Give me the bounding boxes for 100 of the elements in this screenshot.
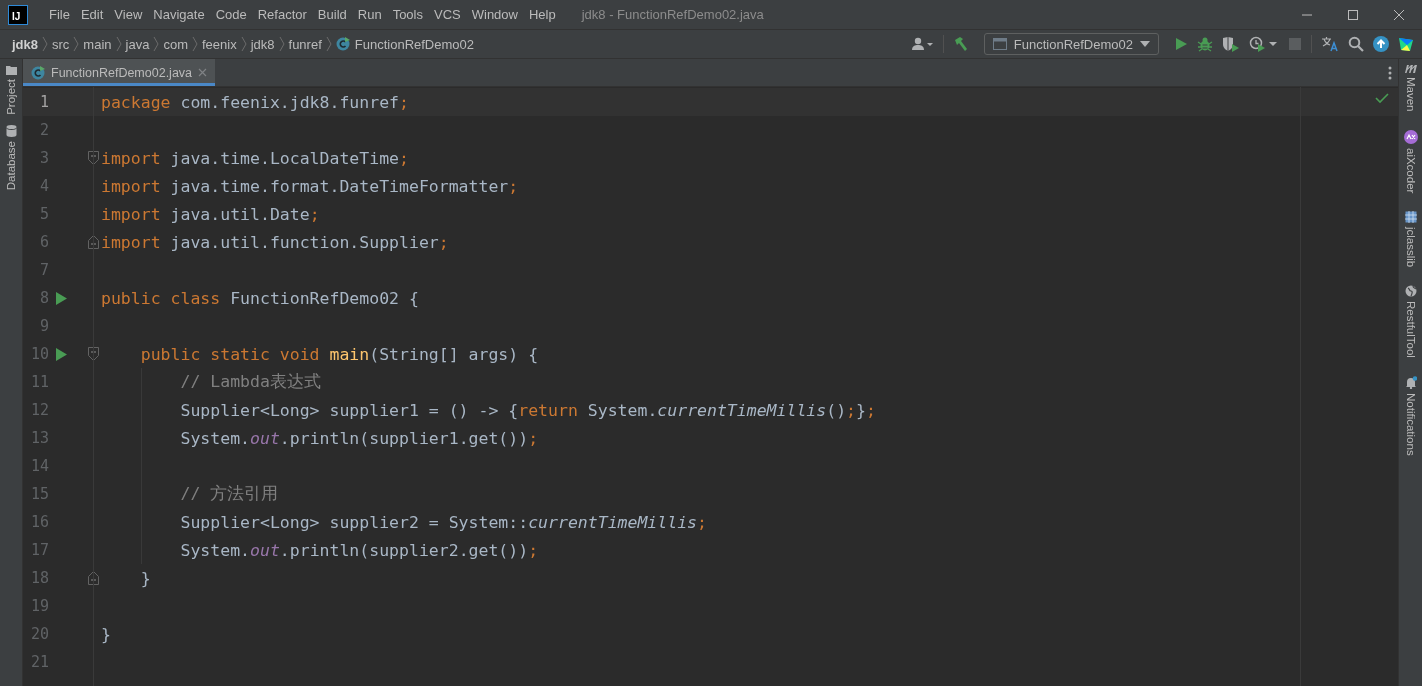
caret-icon (1140, 41, 1150, 47)
code-line: // Lambda表达式 (179, 371, 321, 393)
tool-window-button[interactable]: Notifications (1404, 376, 1417, 456)
line-number: 4 (38, 177, 49, 195)
breadcrumb-item[interactable]: jdk8 (10, 36, 40, 52)
maven-icon (1403, 63, 1418, 73)
menu-item[interactable]: Window (466, 4, 523, 25)
code-line: public static void main(String[] args) { (139, 344, 539, 364)
menu-item[interactable]: Navigate (148, 4, 210, 25)
class-icon (335, 37, 350, 51)
line-number: 17 (29, 541, 49, 559)
run-icon[interactable] (55, 347, 67, 361)
code-line: } (101, 624, 111, 644)
breadcrumb-item[interactable]: java (123, 36, 152, 52)
menu-item[interactable]: Edit (75, 4, 109, 25)
database-icon (5, 124, 17, 137)
breadcrumb-item[interactable]: src (50, 36, 72, 52)
line-number: 5 (38, 205, 49, 223)
globe-icon (1404, 285, 1417, 298)
editor-tab[interactable]: FunctionRefDemo02.java (23, 59, 216, 86)
shield-run-icon[interactable] (1222, 36, 1240, 52)
breadcrumb-item[interactable]: jdk8 (248, 36, 277, 52)
tool-window-button[interactable]: Database (5, 124, 17, 191)
grid-icon (1404, 210, 1417, 223)
bug-icon[interactable] (1197, 36, 1213, 52)
breadcrumb-item[interactable]: com (161, 36, 190, 52)
line-number: 1 (38, 93, 49, 111)
tool-window-button[interactable]: Project (5, 65, 17, 115)
class-icon (31, 65, 45, 80)
folder-icon (5, 65, 17, 75)
run-icon[interactable] (1174, 37, 1188, 51)
line-number: 18 (29, 569, 49, 587)
fold-icon[interactable] (88, 347, 99, 361)
chevron-icon (40, 35, 50, 53)
user-icon[interactable] (911, 37, 934, 51)
code-line: import java.util.Date; (101, 204, 320, 224)
code-line: System.out.println(supplier1.get()); (179, 428, 539, 448)
line-number: 15 (29, 485, 49, 503)
code-line: public class FunctionRefDemo02 { (101, 288, 419, 308)
checkmark-icon (1375, 93, 1389, 104)
run-icon[interactable] (55, 291, 67, 305)
update-icon[interactable] (1373, 36, 1389, 52)
code-line: } (139, 568, 151, 588)
code-line: package com.feenix.jdk8.funref; (101, 92, 409, 112)
hammer-icon[interactable] (952, 36, 969, 52)
code-line: // 方法引用 (179, 483, 279, 505)
line-number: 6 (38, 233, 49, 251)
tool-window-button[interactable]: jclasslib (1404, 210, 1417, 268)
line-number: 10 (29, 345, 49, 363)
plugin-logo-icon[interactable] (1398, 36, 1414, 52)
line-number: 8 (38, 289, 49, 307)
breadcrumb-item[interactable]: main (81, 36, 114, 52)
code-line: import java.time.format.DateTimeFormatter; (101, 176, 519, 196)
code-line: Supplier<Long> supplier1 = () -> {return System.currentTimeMillis();}; (179, 400, 876, 420)
translate-icon[interactable] (1321, 36, 1339, 52)
code-line: Supplier<Long> supplier2 = System::currentTimeMillis; (179, 512, 707, 532)
tool-window-button[interactable]: Maven (1403, 63, 1418, 112)
line-number: 14 (29, 457, 49, 475)
code-line: import java.time.LocalDateTime; (101, 148, 409, 168)
code-line: System.out.println(supplier2.get()); (179, 540, 539, 560)
menu-item[interactable]: View (109, 4, 148, 25)
line-number: 16 (29, 513, 49, 531)
bell-icon (1404, 376, 1417, 390)
line-number: 19 (29, 597, 49, 615)
menu-item[interactable]: Build (312, 4, 352, 25)
code-line: import java.util.function.Supplier; (101, 232, 449, 252)
tool-window-button[interactable]: aiXcoder (1403, 129, 1418, 193)
line-number: 9 (38, 317, 49, 335)
search-icon[interactable] (1348, 36, 1364, 52)
more-options-icon[interactable] (1388, 65, 1392, 80)
clock-run-icon[interactable] (1249, 36, 1279, 52)
menu-item[interactable]: Run (352, 4, 387, 25)
line-number: 13 (29, 429, 49, 447)
run-config-dropdown[interactable]: FunctionRefDemo02 (983, 33, 1159, 55)
ai-badge-icon (1403, 129, 1418, 144)
menu-item[interactable]: File (44, 4, 75, 25)
window-title: jdk8 - FunctionRefDemo02.java (581, 7, 764, 22)
menu-item[interactable]: Refactor (252, 4, 312, 25)
tool-window-button[interactable]: RestfulTool (1404, 285, 1417, 359)
window-icon (992, 38, 1007, 50)
line-number: 20 (29, 625, 49, 643)
line-number: 7 (38, 261, 49, 279)
breadcrumb-item[interactable]: funref (286, 36, 324, 52)
line-number: 11 (29, 373, 49, 391)
breadcrumb-item[interactable]: feenix (199, 36, 239, 52)
breadcrumb-item[interactable]: FunctionRefDemo02 (333, 36, 476, 52)
fold-icon[interactable] (88, 235, 99, 249)
app-logo: IJ (8, 4, 28, 25)
maximize-icon[interactable] (1347, 8, 1359, 21)
menu-item[interactable]: VCS (429, 4, 466, 25)
menu-item[interactable]: Code (210, 4, 252, 25)
line-number: 3 (38, 149, 49, 167)
fold-icon[interactable] (88, 571, 99, 585)
menu-item[interactable]: Tools (387, 4, 428, 25)
line-number: 21 (29, 653, 49, 671)
fold-icon[interactable] (88, 151, 99, 165)
close-icon[interactable] (1393, 8, 1405, 21)
line-number: 12 (29, 401, 49, 419)
line-number: 2 (38, 121, 49, 139)
menu-item[interactable]: Help (523, 4, 561, 25)
